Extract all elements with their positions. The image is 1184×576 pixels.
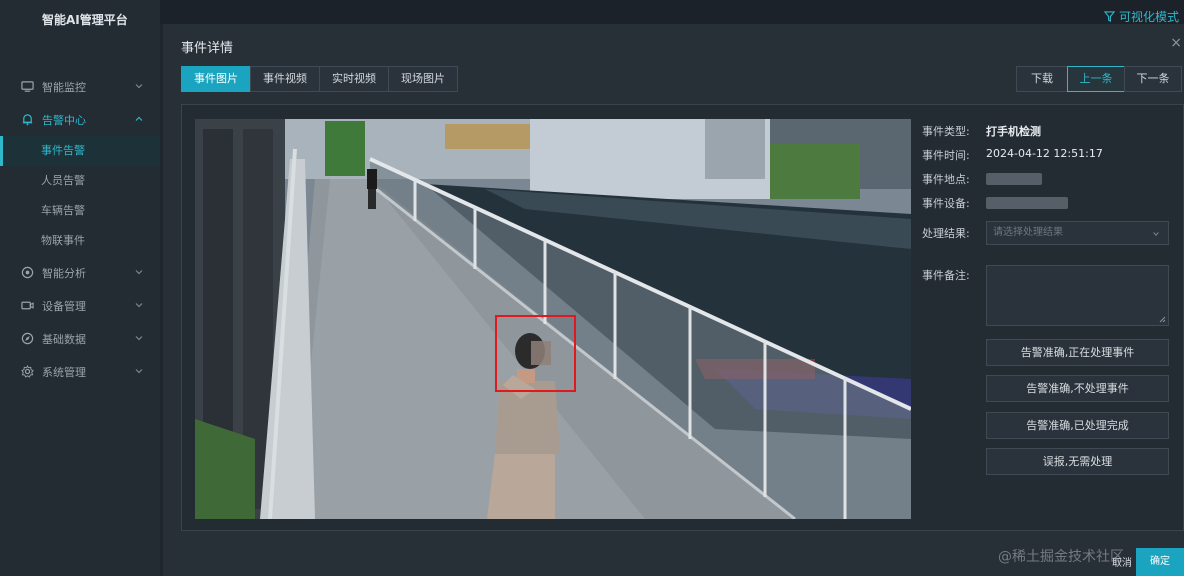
dialog-footer: 取消 确定 (1074, 548, 1184, 576)
remark-label: 事件备注: (922, 269, 970, 282)
sidebar-item-label: 智能监控 (42, 80, 86, 94)
sidebar-item-alarm-center[interactable]: 告警中心 (0, 103, 160, 136)
cancel-button[interactable]: 取消 (1112, 554, 1132, 569)
accurate-ignore-button[interactable]: 告警准确,不处理事件 (986, 375, 1169, 402)
chevron-down-icon (135, 303, 143, 308)
bell-icon (20, 113, 34, 127)
sidebar-item-label: 系统管理 (42, 365, 86, 379)
result-select-placeholder: 请选择处理结果 (993, 227, 1063, 238)
prev-button[interactable]: 上一条 (1067, 66, 1125, 92)
event-type-row: 事件类型: 打手机检测 (922, 119, 1172, 143)
event-time-value: 2024-04-12 12:51:17 (986, 147, 1103, 160)
redacted-device (986, 197, 1068, 209)
close-icon[interactable]: × (1170, 35, 1182, 51)
result-label: 处理结果: (922, 227, 970, 240)
sidebar-subitem-event-alarm[interactable]: 事件告警 (0, 136, 160, 166)
top-header: 可视化模式 (160, 0, 1184, 24)
tab-event-image[interactable]: 事件图片 (181, 66, 251, 92)
sidebar-item-analysis[interactable]: 智能分析 (0, 256, 160, 289)
brand-title: 智能AI管理平台 (42, 13, 128, 27)
event-content-panel: 事件类型: 打手机检测 事件时间: 2024-04-12 12:51:17 事件… (181, 104, 1184, 531)
sidebar-item-monitor[interactable]: 智能监控 (0, 70, 160, 103)
app-root: 智能AI管理平台 智能监控 告警中心 事件告警 人员告警 车辆告警 物联事件 智… (0, 0, 1184, 576)
chevron-down-icon (1153, 232, 1159, 236)
sidebar-item-system[interactable]: 系统管理 (0, 355, 160, 388)
sidebar-item-device[interactable]: 设备管理 (0, 289, 160, 322)
tab-event-video[interactable]: 事件视频 (250, 66, 320, 92)
redacted-location (986, 173, 1042, 185)
event-location-label: 事件地点: (922, 173, 970, 186)
chevron-down-icon (135, 336, 143, 341)
camera-icon (20, 299, 34, 313)
tab-live-video[interactable]: 实时视频 (319, 66, 389, 92)
event-device-label: 事件设备: (922, 197, 970, 210)
event-details: 事件类型: 打手机检测 事件时间: 2024-04-12 12:51:17 事件… (922, 119, 1172, 475)
compass-icon (20, 332, 34, 346)
funnel-icon (1104, 11, 1116, 25)
sidebar: 智能AI管理平台 智能监控 告警中心 事件告警 人员告警 车辆告警 物联事件 智… (0, 0, 160, 576)
chevron-up-icon (135, 116, 143, 121)
event-photo[interactable] (195, 119, 911, 519)
sidebar-subitem-person-alarm[interactable]: 人员告警 (0, 166, 160, 196)
event-type-label: 事件类型: (922, 125, 970, 138)
monitor-icon (20, 80, 34, 94)
accurate-done-button[interactable]: 告警准确,已处理完成 (986, 412, 1169, 439)
event-type-value: 打手机检测 (986, 125, 1041, 138)
false-alarm-button[interactable]: 误报,无需处理 (986, 448, 1169, 475)
event-location-row: 事件地点: (922, 167, 1172, 191)
visual-mode-link[interactable]: 可视化模式 (1104, 8, 1184, 25)
sidebar-subitem-iot-event[interactable]: 物联事件 (0, 226, 160, 256)
sidebar-item-label: 智能分析 (42, 266, 86, 280)
dialog-title: 事件详情 (181, 41, 234, 56)
event-device-row: 事件设备: (922, 191, 1172, 215)
resize-handle-icon[interactable] (1159, 316, 1166, 323)
sidebar-item-label: 告警中心 (42, 113, 86, 127)
sidebar-subitem-vehicle-alarm[interactable]: 车辆告警 (0, 196, 160, 226)
sidebar-item-base-data[interactable]: 基础数据 (0, 322, 160, 355)
target-icon (20, 266, 34, 280)
ok-button[interactable]: 确定 (1136, 548, 1184, 576)
record-nav-buttons: 下载 上一条 下一条 (1016, 66, 1182, 92)
gear-icon (20, 365, 34, 379)
event-time-row: 事件时间: 2024-04-12 12:51:17 (922, 143, 1172, 167)
sidebar-item-label: 设备管理 (42, 299, 86, 313)
dialog-tabs: 事件图片 事件视频 实时视频 现场图片 (181, 66, 458, 92)
chevron-down-icon (135, 369, 143, 374)
accurate-processing-button[interactable]: 告警准确,正在处理事件 (986, 339, 1169, 366)
download-button[interactable]: 下载 (1016, 66, 1068, 92)
event-time-label: 事件时间: (922, 149, 970, 162)
remark-textarea[interactable] (986, 265, 1169, 326)
sidebar-item-label: 基础数据 (42, 332, 86, 346)
chevron-down-icon (135, 270, 143, 275)
result-select[interactable]: 请选择处理结果 (986, 221, 1169, 245)
chevron-down-icon (135, 84, 143, 89)
visual-mode-label: 可视化模式 (1119, 10, 1180, 24)
sidebar-nav: 智能监控 告警中心 事件告警 人员告警 车辆告警 物联事件 智能分析 设备管理 … (0, 70, 160, 388)
next-button[interactable]: 下一条 (1124, 66, 1182, 92)
walkway-scene-image (195, 119, 911, 519)
event-detail-dialog: 事件详情 × 事件图片 事件视频 实时视频 现场图片 下载 上一条 下一条 事件… (163, 24, 1184, 576)
tab-scene-image[interactable]: 现场图片 (388, 66, 458, 92)
